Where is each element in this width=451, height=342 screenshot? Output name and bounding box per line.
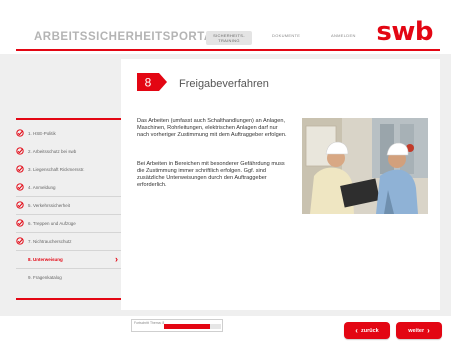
sidebar-item-fragenkatalog[interactable]: 9. Fragenkatalog — [16, 268, 122, 286]
sidebar-item-unterweisung[interactable]: 8. Unterweisung › — [16, 250, 122, 268]
back-button[interactable]: ‹ zurück — [344, 322, 390, 339]
sidebar-separator — [16, 250, 122, 251]
check-icon — [16, 147, 24, 155]
chevron-right-icon: › — [427, 325, 430, 335]
next-button-label: weiter — [408, 327, 425, 334]
sidebar-item-liegenschaft[interactable]: 3. Liegenschaft Rickmersstr. — [16, 160, 122, 178]
back-button-label: zurück — [360, 327, 379, 334]
sidebar-item-hse-politik[interactable]: 1. HSE-Politik — [16, 124, 122, 142]
workers-photo — [302, 118, 428, 214]
check-icon — [16, 165, 24, 173]
swb-logo[interactable]: swb — [376, 17, 433, 47]
sidebar-item-label: 3. Liegenschaft Rickmersstr. — [28, 166, 85, 172]
section-title: Freigabeverfahren — [179, 78, 269, 90]
header: ARBEITSSICHERHEITSPORTAL SICHERHEITS-TRA… — [0, 0, 451, 48]
nav-tab-sicherheitstraining[interactable]: SICHERHEITS-TRAINING — [206, 31, 252, 45]
sidebar-item-arbeitsschutz[interactable]: 2. Arbeitsschutz bei swb — [16, 142, 122, 160]
progress-fill — [164, 324, 210, 329]
sidebar-item-treppen[interactable]: 6. Treppen und Aufzüge — [16, 214, 122, 232]
section-number-badge: 8 — [137, 73, 167, 91]
sidebar-separator — [16, 232, 122, 233]
sidebar-item-nichtraucherschutz[interactable]: 7. Nichtraucherschutz — [16, 232, 122, 250]
sidebar-item-label: 8. Unterweisung — [28, 256, 63, 262]
sidebar-nav: 1. HSE-Politik 2. Arbeitsschutz bei swb … — [16, 124, 122, 286]
sidebar-item-label: 2. Arbeitsschutz bei swb — [28, 148, 77, 154]
sidebar-separator — [16, 214, 122, 215]
nav-tab-label: SICHERHEITS-TRAINING — [213, 33, 245, 43]
sidebar-item-label: 4. Anmeldung — [28, 184, 56, 190]
chevron-left-icon: ‹ — [355, 325, 358, 335]
sidebar-item-label: 6. Treppen und Aufzüge — [28, 220, 76, 226]
sidebar-item-label: 1. HSE-Politik — [28, 130, 56, 136]
content-panel: 8 Freigabeverfahren Das Arbeiten (umfass… — [121, 59, 440, 310]
portal-title: ARBEITSSICHERHEITSPORTAL — [34, 31, 221, 43]
sidebar-item-label: 5. Verkehrssicherheit — [28, 202, 71, 208]
progress-indicator: Fortschritt Thema: 8 — [131, 319, 223, 332]
sidebar-separator — [16, 268, 122, 269]
check-icon — [16, 219, 24, 227]
check-icon — [16, 129, 24, 137]
check-icon — [16, 237, 24, 245]
sidebar-top-divider — [16, 118, 122, 120]
sidebar-item-label: 9. Fragenkatalog — [28, 274, 62, 280]
sidebar-separator — [16, 196, 122, 197]
paragraph-1: Das Arbeiten (umfasst auch Schalthandlun… — [137, 118, 287, 138]
check-icon — [16, 183, 24, 191]
header-divider — [16, 49, 440, 51]
progress-label: Fortschritt Thema: 8 — [134, 321, 165, 325]
sidebar-bottom-divider — [16, 298, 122, 300]
chevron-right-icon: › — [115, 254, 118, 264]
sidebar-item-verkehrssicherheit[interactable]: 5. Verkehrssicherheit — [16, 196, 122, 214]
section-number: 8 — [145, 76, 152, 90]
next-button[interactable]: weiter › — [396, 322, 442, 339]
nav-tab-anmelden[interactable]: ANMELDEN — [331, 33, 356, 38]
paragraph-2: Bei Arbeiten in Bereichen mit besonderer… — [137, 161, 285, 188]
progress-track — [164, 324, 221, 329]
sidebar-item-anmeldung[interactable]: 4. Anmeldung — [16, 178, 122, 196]
sidebar-item-label: 7. Nichtraucherschutz — [28, 238, 72, 244]
nav-tab-dokumente[interactable]: DOKUMENTE — [272, 33, 300, 38]
check-icon — [16, 201, 24, 209]
